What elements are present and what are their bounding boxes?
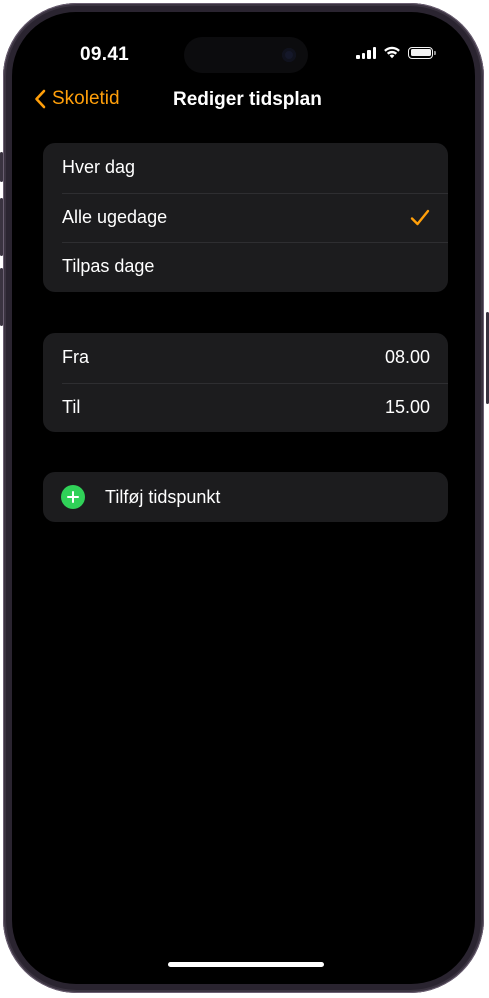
home-indicator[interactable] xyxy=(168,962,324,967)
to-time-row[interactable]: Til 15.00 xyxy=(43,382,448,433)
status-time: 09.41 xyxy=(80,44,130,65)
page-title: Rediger tidsplan xyxy=(173,89,322,110)
back-button[interactable]: Skoletid xyxy=(34,88,120,110)
plus-circle-icon xyxy=(61,485,85,509)
front-camera-icon xyxy=(282,48,296,62)
add-time-label: Tilføj tidspunkt xyxy=(105,486,221,507)
screen: 09.41 Skoletid Rediger tidsplan Hver dag… xyxy=(12,12,475,984)
status-icons xyxy=(356,46,436,59)
cellular-signal-icon xyxy=(356,46,376,59)
volume-up-button xyxy=(0,198,3,256)
to-label: Til xyxy=(62,396,81,417)
to-time-value: 15.00 xyxy=(384,396,430,417)
from-time-row[interactable]: Fra 08.00 xyxy=(43,333,448,383)
battery-icon xyxy=(408,46,436,59)
add-time-list: Tilføj tidspunkt xyxy=(43,472,448,522)
option-weekdays[interactable]: Alle ugedage xyxy=(43,192,448,243)
option-label: Tilpas dage xyxy=(62,256,155,277)
option-label: Alle ugedage xyxy=(62,206,168,227)
day-options-list: Hver dag Alle ugedage Tilpas dage xyxy=(43,143,448,292)
add-time-button[interactable]: Tilføj tidspunkt xyxy=(43,472,448,522)
action-button xyxy=(0,152,3,182)
chevron-left-icon xyxy=(35,89,46,109)
option-every-day[interactable]: Hver dag xyxy=(43,143,448,193)
volume-down-button xyxy=(0,268,3,326)
back-label: Skoletid xyxy=(52,88,120,109)
from-label: Fra xyxy=(62,347,89,368)
time-range-list: Fra 08.00 Til 15.00 xyxy=(43,333,448,432)
checkmark-icon xyxy=(410,209,430,225)
wifi-icon xyxy=(384,46,400,59)
option-custom-days[interactable]: Tilpas dage xyxy=(43,242,448,292)
from-time-value: 08.00 xyxy=(384,347,430,368)
option-label: Hver dag xyxy=(62,157,136,178)
dynamic-island xyxy=(184,37,308,73)
